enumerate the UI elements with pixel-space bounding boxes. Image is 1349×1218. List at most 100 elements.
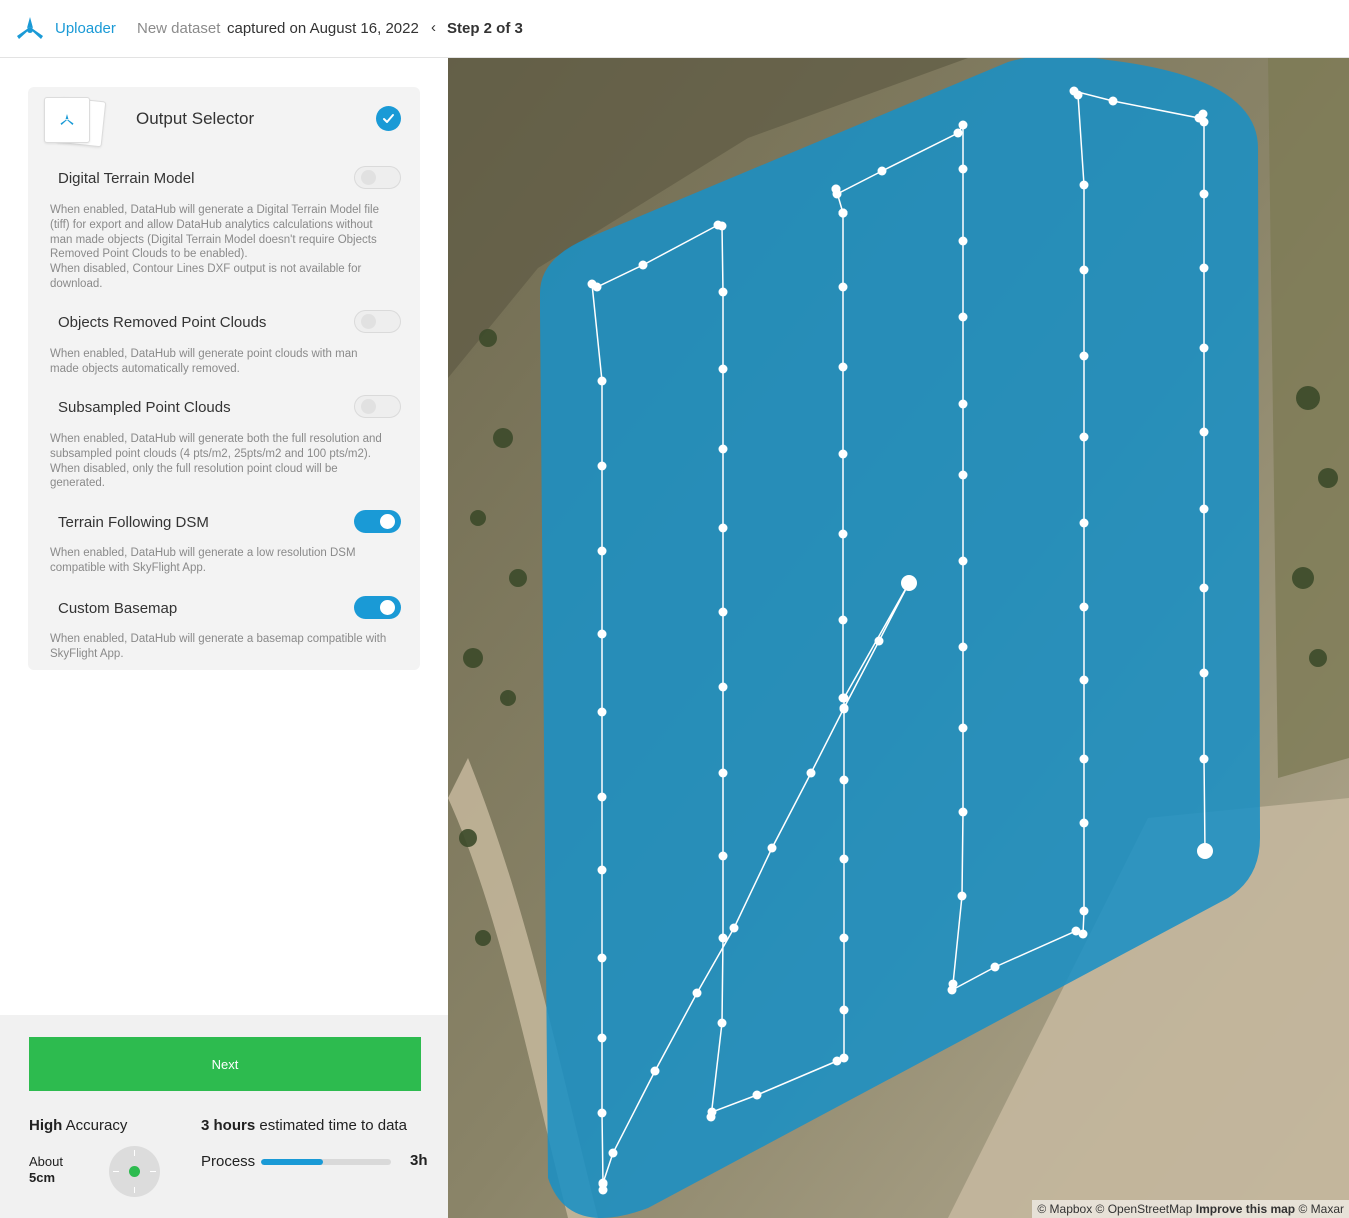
waypoint[interactable] (958, 807, 968, 817)
waypoint[interactable] (990, 962, 1000, 972)
toggle-objects-removed-point-clouds[interactable] (354, 310, 401, 333)
waypoint[interactable] (953, 128, 963, 138)
waypoint[interactable] (947, 985, 957, 995)
waypoint[interactable] (806, 768, 816, 778)
waypoint[interactable] (718, 607, 728, 617)
waypoint[interactable] (597, 546, 607, 556)
waypoint[interactable] (838, 282, 848, 292)
checkmark-icon[interactable] (376, 106, 401, 131)
waypoint[interactable] (832, 1056, 842, 1066)
waypoint[interactable] (1079, 432, 1089, 442)
chevron-left-icon[interactable]: ‹ (431, 19, 436, 36)
waypoint[interactable] (838, 362, 848, 372)
waypoint[interactable] (1199, 117, 1209, 127)
waypoint[interactable] (874, 636, 884, 646)
toggle-subsampled-point-clouds[interactable] (354, 395, 401, 418)
waypoint[interactable] (832, 189, 842, 199)
waypoint[interactable] (718, 444, 728, 454)
waypoint[interactable] (958, 723, 968, 733)
waypoint[interactable] (958, 236, 968, 246)
waypoint[interactable] (958, 164, 968, 174)
waypoint[interactable] (718, 768, 728, 778)
map-canvas[interactable] (448, 58, 1349, 1218)
flight-endpoint[interactable] (901, 575, 917, 591)
waypoint[interactable] (1199, 504, 1209, 514)
waypoint[interactable] (1199, 343, 1209, 353)
waypoint[interactable] (597, 865, 607, 875)
waypoint[interactable] (597, 707, 607, 717)
waypoint[interactable] (839, 933, 849, 943)
waypoint[interactable] (597, 1108, 607, 1118)
toggle-digital-terrain-model[interactable] (354, 166, 401, 189)
waypoint[interactable] (1108, 96, 1118, 106)
waypoint[interactable] (1079, 180, 1089, 190)
waypoint[interactable] (1198, 109, 1208, 119)
waypoint[interactable] (587, 279, 597, 289)
waypoint[interactable] (958, 470, 968, 480)
waypoint[interactable] (598, 1179, 608, 1189)
waypoint[interactable] (1078, 929, 1088, 939)
waypoint[interactable] (957, 891, 967, 901)
waypoint[interactable] (1079, 518, 1089, 528)
waypoint[interactable] (839, 775, 849, 785)
waypoint[interactable] (1079, 818, 1089, 828)
flight-endpoint[interactable] (1197, 843, 1213, 859)
waypoint[interactable] (597, 629, 607, 639)
waypoint[interactable] (1199, 668, 1209, 678)
waypoint[interactable] (839, 704, 849, 714)
waypoint[interactable] (1079, 754, 1089, 764)
waypoint[interactable] (718, 287, 728, 297)
waypoint[interactable] (1079, 351, 1089, 361)
improve-map-link[interactable]: Improve this map (1196, 1202, 1295, 1216)
waypoint[interactable] (597, 1033, 607, 1043)
waypoint[interactable] (717, 1018, 727, 1028)
waypoint[interactable] (1199, 189, 1209, 199)
waypoint[interactable] (713, 220, 723, 230)
waypoint[interactable] (1199, 754, 1209, 764)
next-button[interactable]: Next (29, 1037, 421, 1091)
waypoint[interactable] (958, 312, 968, 322)
waypoint[interactable] (958, 556, 968, 566)
waypoint[interactable] (650, 1066, 660, 1076)
waypoint[interactable] (608, 1148, 618, 1158)
uploader-logo-icon[interactable] (16, 15, 44, 43)
waypoint[interactable] (692, 988, 702, 998)
waypoint[interactable] (838, 529, 848, 539)
waypoint[interactable] (729, 923, 739, 933)
waypoint[interactable] (958, 642, 968, 652)
flight-map[interactable]: © Mapbox © OpenStreetMap Improve this ma… (448, 58, 1349, 1218)
waypoint[interactable] (838, 208, 848, 218)
waypoint[interactable] (706, 1112, 716, 1122)
waypoint[interactable] (838, 615, 848, 625)
waypoint[interactable] (718, 364, 728, 374)
waypoint[interactable] (752, 1090, 762, 1100)
dataset-name[interactable]: New dataset (137, 20, 220, 37)
waypoint[interactable] (597, 792, 607, 802)
waypoint[interactable] (838, 449, 848, 459)
waypoint[interactable] (839, 854, 849, 864)
waypoint[interactable] (838, 693, 848, 703)
waypoint[interactable] (1069, 86, 1079, 96)
waypoint[interactable] (877, 166, 887, 176)
waypoint[interactable] (839, 1005, 849, 1015)
waypoint[interactable] (718, 682, 728, 692)
waypoint[interactable] (597, 376, 607, 386)
waypoint[interactable] (958, 120, 968, 130)
waypoint[interactable] (638, 260, 648, 270)
waypoint[interactable] (718, 933, 728, 943)
toggle-terrain-following-dsm[interactable] (354, 510, 401, 533)
waypoint[interactable] (1079, 675, 1089, 685)
waypoint[interactable] (1079, 265, 1089, 275)
waypoint[interactable] (597, 953, 607, 963)
waypoint[interactable] (1199, 427, 1209, 437)
step-indicator[interactable]: Step 2 of 3 (447, 20, 523, 37)
waypoint[interactable] (1079, 906, 1089, 916)
app-name[interactable]: Uploader (55, 20, 116, 37)
waypoint[interactable] (1199, 583, 1209, 593)
waypoint[interactable] (718, 851, 728, 861)
waypoint[interactable] (1199, 263, 1209, 273)
waypoint[interactable] (597, 461, 607, 471)
waypoint[interactable] (958, 399, 968, 409)
waypoint[interactable] (718, 523, 728, 533)
waypoint[interactable] (767, 843, 777, 853)
